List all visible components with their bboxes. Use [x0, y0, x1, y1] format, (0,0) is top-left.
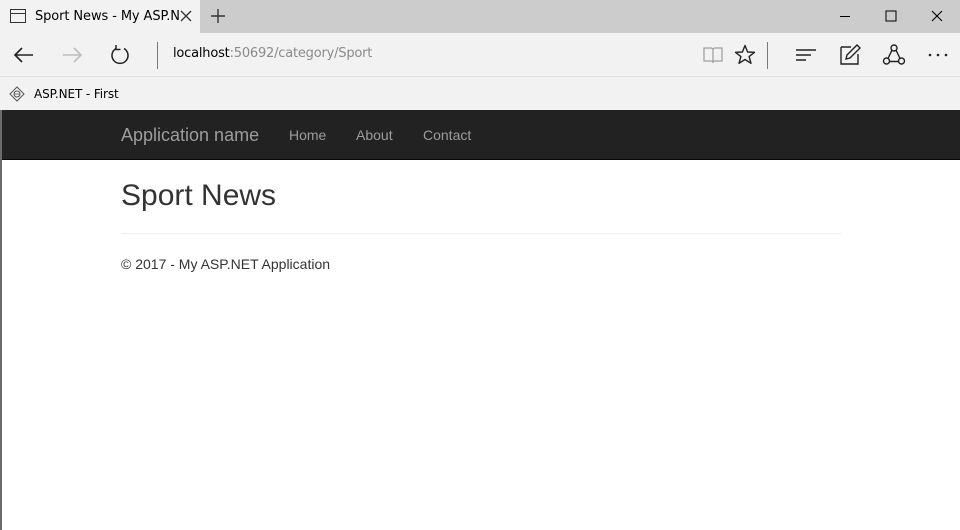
browser-toolbar: localhost:50692/category/Sport: [0, 33, 960, 76]
tab-title: Sport News - My ASP.N: [35, 9, 180, 24]
nav-link-about[interactable]: About: [356, 127, 393, 143]
browser-tab[interactable]: Sport News - My ASP.N: [0, 0, 200, 33]
star-icon[interactable]: [732, 42, 758, 68]
toolbar-separator: [767, 42, 768, 69]
favorites-bar: ASP.NET - First: [0, 76, 960, 110]
close-window-icon[interactable]: [914, 0, 960, 33]
close-icon[interactable]: [176, 6, 196, 26]
brand-link[interactable]: Application name: [121, 125, 259, 146]
url-path: :50692/category/Sport: [229, 46, 373, 61]
hub-icon[interactable]: [793, 42, 819, 68]
book-icon[interactable]: [700, 42, 726, 68]
refresh-icon[interactable]: [107, 42, 133, 68]
title-bar: Sport News - My ASP.N: [0, 0, 960, 33]
arrow-right-icon[interactable]: [59, 42, 85, 68]
more-icon[interactable]: [925, 42, 951, 68]
content-divider: [121, 233, 841, 234]
pen-icon[interactable]: [837, 42, 863, 68]
site-icon: [9, 86, 25, 102]
favorite-label: ASP.NET - First: [34, 87, 119, 101]
share-icon[interactable]: [881, 42, 907, 68]
url-host: localhost: [173, 46, 230, 61]
footer-text: © 2017 - My ASP.NET Application: [121, 256, 331, 272]
nav-link-contact[interactable]: Contact: [423, 127, 471, 143]
arrow-left-icon[interactable]: [11, 42, 37, 68]
address-bar[interactable]: localhost:50692/category/Sport: [173, 46, 372, 61]
page-icon: [10, 9, 26, 23]
favorite-item[interactable]: ASP.NET - First: [9, 85, 119, 103]
page-viewport: Application name Home About Contact Spor…: [0, 110, 960, 530]
address-separator: [157, 42, 158, 69]
minimize-icon[interactable]: [822, 0, 868, 33]
nav-link-home[interactable]: Home: [289, 127, 326, 143]
maximize-icon[interactable]: [868, 0, 914, 33]
site-navbar: Application name Home About Contact: [2, 110, 960, 160]
plus-icon[interactable]: [207, 5, 229, 27]
page-title: Sport News: [121, 179, 277, 212]
